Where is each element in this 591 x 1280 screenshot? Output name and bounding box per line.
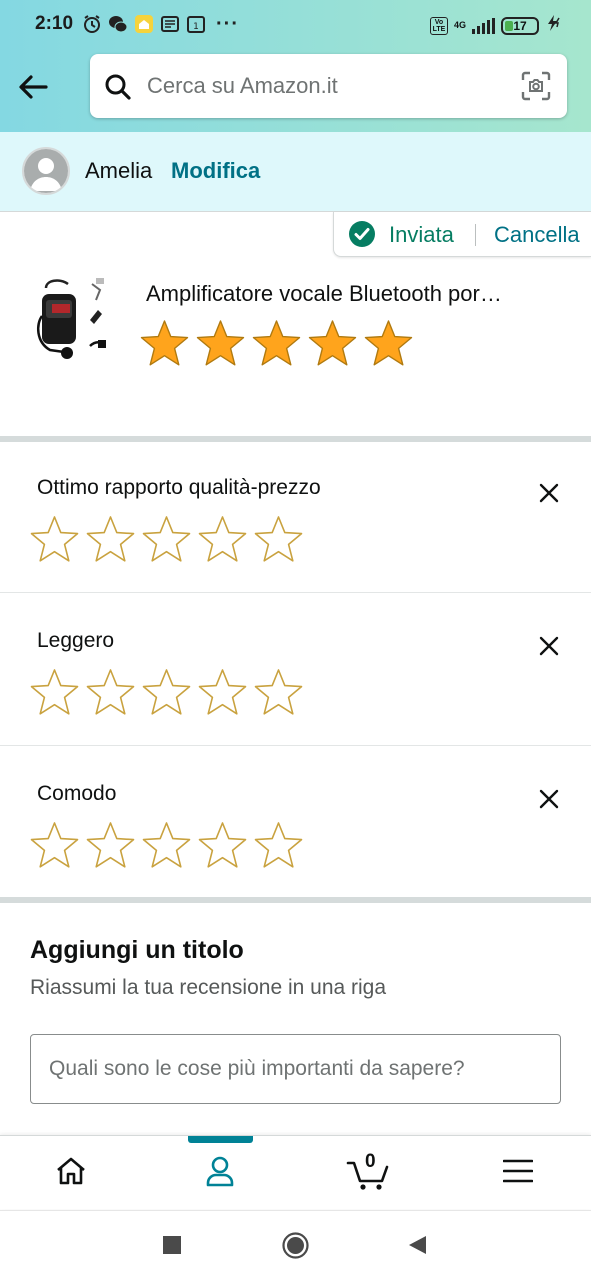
attribute-label: Comodo	[37, 782, 117, 805]
star-outline-icon[interactable]	[197, 514, 248, 565]
star-outline-icon[interactable]	[141, 514, 192, 565]
overall-rating[interactable]	[139, 318, 414, 369]
battery-icon: 17	[501, 16, 539, 35]
attribute-label: Ottimo rapporto qualità-prezzo	[37, 476, 321, 499]
volte-icon: Vo LTE	[429, 16, 448, 35]
star-outline-icon[interactable]	[85, 667, 136, 718]
nav-cart[interactable]: 0	[318, 1136, 418, 1210]
edit-profile-link[interactable]: Modifica	[171, 158, 260, 184]
search-input[interactable]	[147, 68, 507, 104]
star-outline-icon[interactable]	[197, 667, 248, 718]
star-filled-icon[interactable]	[363, 318, 414, 369]
close-icon[interactable]	[536, 480, 562, 506]
close-icon[interactable]	[536, 633, 562, 659]
product-image	[30, 276, 114, 368]
attribute-label: Leggero	[37, 629, 115, 652]
star-outline-icon[interactable]	[253, 820, 304, 871]
sent-label: Inviata	[389, 222, 454, 247]
star-filled-icon[interactable]	[251, 318, 302, 369]
review-status-chip: Inviata Cancella	[333, 212, 591, 257]
menu-icon	[502, 1159, 534, 1188]
avatar[interactable]	[22, 147, 70, 195]
review-title-input[interactable]	[30, 1034, 561, 1104]
attribute-rating-value: Ottimo rapporto qualità-prezzo	[0, 442, 591, 594]
alarm-icon	[82, 14, 102, 34]
star-outline-icon[interactable]	[253, 667, 304, 718]
system-navigation-bar	[0, 1210, 591, 1280]
attribute-rating-weight: Leggero	[0, 595, 591, 747]
check-circle-icon	[348, 220, 376, 248]
svg-text:1: 1	[193, 22, 199, 32]
search-bar[interactable]	[90, 54, 567, 118]
section-divider	[0, 897, 591, 903]
account-icon	[204, 1155, 236, 1192]
home-button-icon[interactable]	[282, 1232, 309, 1259]
reviewer-name: Amelia	[85, 158, 153, 183]
recent-apps-icon[interactable]	[163, 1236, 181, 1254]
bottom-navigation: 0	[0, 1135, 591, 1209]
nav-account[interactable]	[170, 1136, 270, 1210]
attribute-stars[interactable]	[29, 820, 304, 871]
star-outline-icon[interactable]	[141, 820, 192, 871]
star-filled-icon[interactable]	[139, 318, 190, 369]
divider	[0, 745, 591, 746]
star-outline-icon[interactable]	[29, 820, 80, 871]
star-outline-icon[interactable]	[85, 514, 136, 565]
star-outline-icon[interactable]	[141, 667, 192, 718]
star-outline-icon[interactable]	[85, 820, 136, 871]
wechat-icon	[108, 14, 128, 34]
star-outline-icon[interactable]	[197, 820, 248, 871]
star-filled-icon[interactable]	[307, 318, 358, 369]
star-outline-icon[interactable]	[29, 667, 80, 718]
active-tab-indicator	[188, 1136, 253, 1143]
search-icon	[104, 73, 132, 101]
camera-search-icon[interactable]	[521, 71, 551, 101]
product-title: Amplificatore vocale Bluetooth por…	[146, 281, 502, 306]
system-icons: Vo LTE 4G 17	[429, 14, 561, 37]
calendar-icon: 1	[186, 14, 206, 34]
signal-icon	[472, 17, 495, 34]
more-notifications-icon: ···	[216, 13, 239, 35]
network-type: 4G	[453, 20, 466, 30]
charging-icon	[545, 14, 561, 37]
attribute-stars[interactable]	[29, 667, 304, 718]
star-filled-icon[interactable]	[195, 318, 246, 369]
attribute-stars[interactable]	[29, 514, 304, 565]
back-arrow-icon[interactable]	[16, 70, 50, 104]
star-outline-icon[interactable]	[29, 514, 80, 565]
home-icon	[55, 1156, 87, 1191]
star-outline-icon[interactable]	[253, 514, 304, 565]
cancel-review-link[interactable]: Cancella	[494, 222, 580, 248]
attribute-rating-comfort: Comodo	[0, 748, 591, 900]
add-title-heading: Aggiungi un titolo	[30, 936, 244, 964]
home-app-icon	[134, 14, 154, 34]
notification-icons: 1 ···	[82, 14, 239, 34]
status-time: 2:10	[35, 13, 74, 34]
divider	[0, 592, 591, 593]
separator	[475, 224, 476, 246]
close-icon[interactable]	[536, 786, 562, 812]
nav-menu[interactable]	[468, 1136, 568, 1210]
nav-home[interactable]	[21, 1136, 121, 1210]
reviewer-bar: Amelia Modifica	[0, 132, 591, 212]
message-icon	[160, 14, 180, 34]
status-bar: 2:10 1 ··· Vo LTE 4G 17	[0, 0, 591, 50]
back-button-icon[interactable]	[406, 1234, 428, 1256]
cart-count: 0	[365, 1151, 376, 1172]
battery-level: 17	[513, 18, 527, 33]
add-title-subtitle: Riassumi la tua recensione in una riga	[30, 976, 387, 999]
cart-icon: 0	[346, 1151, 390, 1191]
